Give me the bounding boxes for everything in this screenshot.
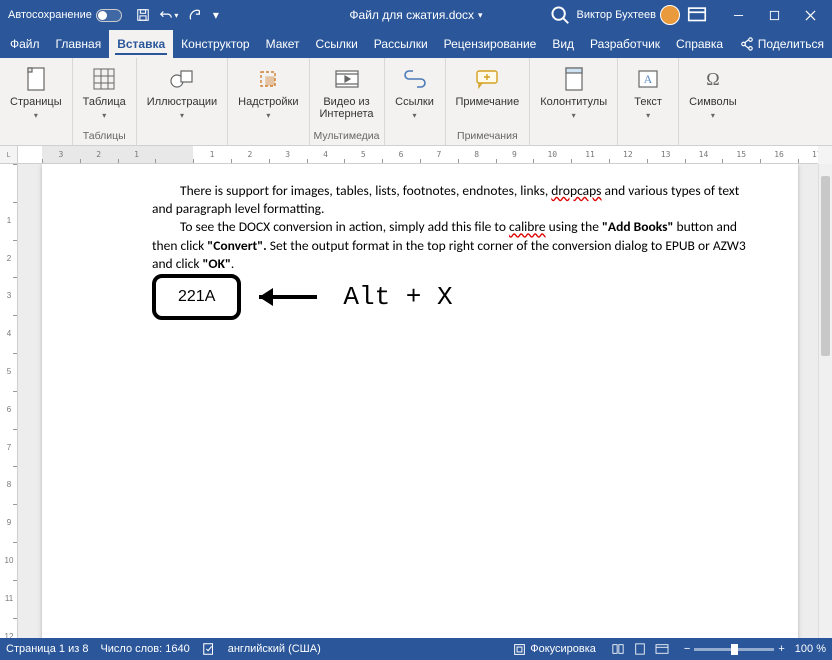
vertical-scrollbar[interactable] — [818, 164, 832, 638]
paragraph-2[interactable]: To see the DOCX conversion in action, si… — [152, 218, 748, 273]
autosave-label: Автосохранение — [8, 9, 92, 21]
share-button[interactable]: Поделиться — [732, 30, 832, 58]
tab-help[interactable]: Справка — [668, 30, 731, 58]
page-icon — [21, 64, 51, 94]
group-comments: Примечание Примечания — [446, 58, 531, 145]
tab-design[interactable]: Конструктор — [173, 30, 257, 58]
group-symbols: Ω Символы▾ — [679, 58, 747, 145]
web-layout-button[interactable] — [652, 640, 672, 658]
minimize-button[interactable] — [720, 0, 756, 30]
textbox-icon: A — [633, 64, 663, 94]
zoom-out-button[interactable]: − — [684, 643, 690, 655]
text-button[interactable]: A Текст▾ — [622, 61, 674, 120]
tab-layout[interactable]: Макет — [258, 30, 308, 58]
ribbon-display-options-button[interactable] — [686, 4, 708, 26]
links-button[interactable]: Ссылки▾ — [389, 61, 441, 120]
group-links: Ссылки▾ — [385, 58, 446, 145]
code-box: 221A — [152, 274, 241, 320]
svg-text:A: A — [644, 72, 653, 86]
tab-developer[interactable]: Разработчик — [582, 30, 668, 58]
group-text: A Текст▾ — [618, 58, 679, 145]
redo-button[interactable] — [184, 4, 206, 26]
undo-button[interactable]: ▾ — [158, 4, 180, 26]
illustrations-button[interactable]: Иллюстрации▾ — [141, 61, 223, 120]
quick-access-toolbar: ▾ ▾ — [132, 4, 222, 26]
user-name: Виктор Бухтеев — [577, 9, 656, 21]
page-canvas[interactable]: There is support for images, tables, lis… — [18, 164, 818, 638]
annotation-overlay: 221A Alt + X — [152, 274, 453, 320]
symbols-button[interactable]: Ω Символы▾ — [683, 61, 743, 120]
table-button[interactable]: Таблица▾ — [77, 61, 132, 120]
headerfooter-button[interactable]: Колонтитулы▾ — [534, 61, 613, 120]
save-button[interactable] — [132, 4, 154, 26]
tab-references[interactable]: Ссылки — [308, 30, 366, 58]
ruler-corner[interactable]: L — [0, 146, 18, 164]
view-buttons — [608, 640, 672, 658]
filename-text: Файл для сжатия.docx — [349, 8, 474, 22]
comment-icon — [472, 64, 502, 94]
group-addins: Надстройки▾ — [228, 58, 309, 145]
vertical-ruler[interactable]: 123456789101112 — [0, 164, 18, 638]
tab-home[interactable]: Главная — [48, 30, 110, 58]
scrollbar-thumb[interactable] — [821, 176, 830, 356]
toggle-off-icon[interactable] — [96, 9, 122, 22]
chevron-down-icon[interactable]: ▾ — [478, 10, 483, 21]
comment-button[interactable]: Примечание — [450, 61, 526, 108]
user-account[interactable]: Виктор Бухтеев — [577, 5, 680, 25]
title-bar: Автосохранение ▾ ▾ Файл для сжатия.docx … — [0, 0, 832, 30]
addins-icon — [253, 64, 283, 94]
online-video-button[interactable]: Видео из Интернета — [314, 61, 380, 120]
maximize-button[interactable] — [756, 0, 792, 30]
group-pages: Страницы▾ — [0, 58, 73, 145]
hotkey-label: Alt + X — [343, 282, 452, 312]
status-bar: Страница 1 из 8 Число слов: 1640 английс… — [0, 638, 832, 660]
focus-mode-button[interactable]: Фокусировка — [513, 643, 596, 656]
group-tables: Таблица▾ Таблицы — [73, 58, 137, 145]
zoom-level[interactable]: 100 % — [795, 643, 826, 655]
avatar — [660, 5, 680, 25]
status-language[interactable]: английский (США) — [228, 643, 321, 655]
zoom-track[interactable] — [694, 648, 774, 651]
shapes-icon — [167, 64, 197, 94]
link-icon — [400, 64, 430, 94]
document-area: L 32112345678910111213141516171819 12345… — [0, 146, 832, 638]
tab-view[interactable]: Вид — [544, 30, 582, 58]
window-controls — [720, 0, 828, 30]
qat-dropdown[interactable]: ▾ — [210, 4, 222, 26]
ribbon-tabs: Файл Главная Вставка Конструктор Макет С… — [0, 30, 832, 58]
group-headerfooter: Колонтитулы▾ — [530, 58, 618, 145]
read-mode-button[interactable] — [608, 640, 628, 658]
search-button[interactable] — [549, 4, 571, 26]
tab-mailings[interactable]: Рассылки — [366, 30, 436, 58]
omega-icon: Ω — [698, 64, 728, 94]
group-media: Видео из Интернета Мультимедиа — [310, 58, 385, 145]
table-icon — [89, 64, 119, 94]
document-page[interactable]: There is support for images, tables, lis… — [42, 164, 798, 638]
status-proofing[interactable] — [202, 642, 216, 656]
group-illustrations: Иллюстрации▾ — [137, 58, 228, 145]
header-icon — [559, 64, 589, 94]
arrow-icon — [257, 282, 327, 312]
zoom-thumb[interactable] — [731, 644, 738, 655]
tab-insert[interactable]: Вставка — [109, 30, 173, 58]
zoom-slider[interactable]: − + 100 % — [684, 643, 826, 655]
window-title[interactable]: Файл для сжатия.docx ▾ — [349, 8, 482, 22]
zoom-in-button[interactable]: + — [778, 643, 784, 655]
ribbon: Страницы▾ Таблица▾ Таблицы Иллюстрации▾ … — [0, 58, 832, 146]
autosave-toggle[interactable]: Автосохранение — [8, 9, 122, 22]
status-wordcount[interactable]: Число слов: 1640 — [100, 643, 189, 655]
print-layout-button[interactable] — [630, 640, 650, 658]
svg-text:Ω: Ω — [706, 69, 719, 89]
paragraph-1[interactable]: There is support for images, tables, lis… — [152, 182, 748, 218]
status-page[interactable]: Страница 1 из 8 — [6, 643, 88, 655]
tab-review[interactable]: Рецензирование — [436, 30, 545, 58]
video-icon — [332, 64, 362, 94]
horizontal-ruler[interactable]: 32112345678910111213141516171819 — [18, 146, 818, 164]
tab-file[interactable]: Файл — [2, 30, 48, 58]
pages-button[interactable]: Страницы▾ — [4, 61, 68, 120]
close-button[interactable] — [792, 0, 828, 30]
addins-button[interactable]: Надстройки▾ — [232, 61, 304, 120]
